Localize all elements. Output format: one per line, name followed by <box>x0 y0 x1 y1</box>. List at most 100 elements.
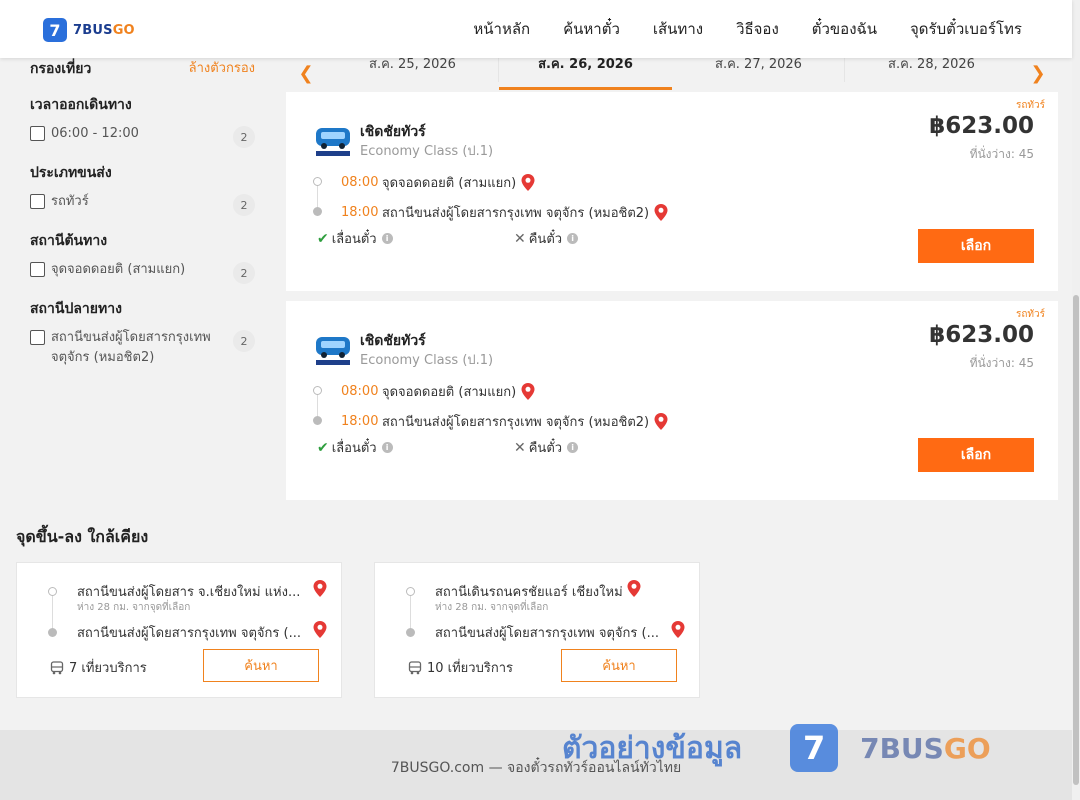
map-pin-icon[interactable] <box>671 621 685 638</box>
filter-sidebar: กรองเที่ยว ล้างตัวกรอง เวลาออกเดินทาง 06… <box>30 56 255 368</box>
nearby-card: สถานีเดินรถนครชัยแอร์ เชียงใหม่ ห่าง 28 … <box>374 562 700 698</box>
arrive-dot <box>406 628 415 637</box>
filter-checkbox[interactable] <box>30 330 45 345</box>
map-pin-icon[interactable] <box>313 621 327 638</box>
nearby-search-button[interactable]: ค้นหา <box>561 649 677 682</box>
bus-icon <box>50 660 64 674</box>
trip-price: ฿623.00 <box>929 322 1034 348</box>
trip-price: ฿623.00 <box>929 113 1034 139</box>
info-icon[interactable]: i <box>567 233 579 244</box>
nav-ticket-pickup[interactable]: จุดรับตั๋วเบอร์โทร <box>910 17 1022 41</box>
filter-count-badge: 2 <box>233 194 255 216</box>
arrive-stop: 18:00 สถานีขนส่งผู้โดยสารกรุงเทพ จตุจักร… <box>341 202 668 223</box>
depart-stop: 08:00 จุดจอดดอยติ (สามแยก) <box>341 381 535 402</box>
route-timeline <box>52 593 53 631</box>
refund-label: คืนตั๋ว <box>528 232 563 247</box>
nearby-trip-count: 10 เที่ยวบริการ <box>408 657 513 678</box>
cross-icon: ✕ <box>514 439 526 456</box>
arrive-dot <box>313 207 322 216</box>
arrive-time: 18:00 <box>341 414 379 429</box>
bus-class: Economy Class (ป.1) <box>360 144 494 159</box>
depart-stop: 08:00 จุดจอดดอยติ (สามแยก) <box>341 172 535 193</box>
bus-type-tag: รถทัวร์ <box>1015 100 1045 111</box>
nearby-search-button[interactable]: ค้นหา <box>203 649 319 682</box>
watermark-text: ตัวอย่างข้อมูล <box>562 730 743 766</box>
filter-header: กรองเที่ยว ล้างตัวกรอง <box>30 56 255 78</box>
map-pin-icon[interactable] <box>521 383 535 400</box>
info-icon[interactable]: i <box>381 442 393 453</box>
filter-count-badge: 2 <box>233 262 255 284</box>
filter-option-label: สถานีขนส่งผู้โดยสารกรุงเทพ จตุจักร (หมอช… <box>51 330 211 365</box>
nav-how-to-book[interactable]: วิธีจอง <box>736 17 779 41</box>
page-scrollbar[interactable] <box>1072 0 1080 800</box>
bus-type-tag: รถทัวร์ <box>1015 309 1045 320</box>
filter-checkbox[interactable] <box>30 194 45 209</box>
map-pin-icon[interactable] <box>313 580 327 597</box>
date-tabs: ❮ ส.ค. 25, 2026 ส.ค. 26, 2026 ส.ค. 27, 2… <box>286 56 1058 90</box>
filter-group-title: เวลาออกเดินทาง <box>30 97 132 113</box>
date-tab-active[interactable]: ส.ค. 26, 2026 <box>499 56 672 90</box>
filter-group-transport-type: ประเภทขนส่ง รถทัวร์ 2 <box>30 162 255 216</box>
trip-card: รถทัวร์ เชิดชัยทัวร์ Economy Class (ป.1)… <box>286 301 1058 500</box>
select-trip-button[interactable]: เลือก <box>918 229 1034 263</box>
nav-search-tickets[interactable]: ค้นหาตั๋ว <box>563 17 620 41</box>
nav-routes[interactable]: เส้นทาง <box>653 17 703 41</box>
seats-available: ที่นั่งว่าง: 45 <box>969 356 1034 370</box>
arrive-dot <box>313 416 322 425</box>
nearby-from-station: สถานีเดินรถนครชัยแอร์ เชียงใหม่ <box>435 585 623 600</box>
refund-label: คืนตั๋ว <box>528 441 563 456</box>
watermark-brand: 7BUSGO <box>860 731 991 765</box>
operator-logo-icon <box>316 128 350 156</box>
clear-filters-link[interactable]: ล้างตัวกรอง <box>189 57 255 78</box>
operator-logo-icon <box>316 337 350 365</box>
logo-text: 7BUSGO <box>73 22 135 38</box>
filter-count-badge: 2 <box>233 330 255 352</box>
nearby-distance: ห่าง 28 กม. จากจุดที่เลือก <box>77 602 191 613</box>
filter-option[interactable]: สถานีขนส่งผู้โดยสารกรุงเทพ จตุจักร (หมอช… <box>30 328 255 368</box>
check-icon: ✔ <box>317 439 329 456</box>
filter-checkbox[interactable] <box>30 126 45 141</box>
filter-group-title: สถานีปลายทาง <box>30 301 122 317</box>
reschedule-label: เลื่อนตั๋ว <box>331 441 377 456</box>
select-trip-button[interactable]: เลือก <box>918 438 1034 472</box>
logo-mark: 7 <box>43 18 67 42</box>
route-timeline <box>410 593 411 631</box>
map-pin-icon[interactable] <box>654 413 668 430</box>
refund-policy: ✕ คืนตั๋ว i <box>514 437 579 458</box>
depart-time: 08:00 <box>341 175 379 190</box>
prev-date-arrow-icon[interactable]: ❮ <box>286 56 326 90</box>
filter-option[interactable]: จุดจอดดอยติ (สามแยก) 2 <box>30 260 255 284</box>
date-tab[interactable]: ส.ค. 28, 2026 <box>845 56 1018 90</box>
arrive-stop: 18:00 สถานีขนส่งผู้โดยสารกรุงเทพ จตุจักร… <box>341 411 668 432</box>
date-tab[interactable]: ส.ค. 27, 2026 <box>672 56 845 90</box>
info-icon[interactable]: i <box>381 233 393 244</box>
filter-group-destination-station: สถานีปลายทาง สถานีขนส่งผู้โดยสารกรุงเทพ … <box>30 298 255 368</box>
filter-option[interactable]: รถทัวร์ 2 <box>30 192 255 216</box>
map-pin-icon[interactable] <box>521 174 535 191</box>
reschedule-label: เลื่อนตั๋ว <box>331 232 377 247</box>
arrive-time: 18:00 <box>341 205 379 220</box>
cross-icon: ✕ <box>514 230 526 247</box>
nav-my-tickets[interactable]: ตั๋วของฉัน <box>812 17 877 41</box>
next-date-arrow-icon[interactable]: ❯ <box>1018 56 1058 90</box>
map-pin-icon[interactable] <box>654 204 668 221</box>
nav-home[interactable]: หน้าหลัก <box>473 17 530 41</box>
date-tab[interactable]: ส.ค. 25, 2026 <box>326 56 499 90</box>
nearby-distance: ห่าง 28 กม. จากจุดที่เลือก <box>435 602 549 613</box>
site-logo[interactable]: 7 7BUSGO <box>43 18 135 42</box>
scrollbar-thumb[interactable] <box>1073 295 1079 785</box>
filter-option[interactable]: 06:00 - 12:00 2 <box>30 124 255 148</box>
filter-checkbox[interactable] <box>30 262 45 277</box>
depart-dot <box>406 587 415 596</box>
nearby-trip-count: 7 เที่ยวบริการ <box>50 657 147 678</box>
info-icon[interactable]: i <box>567 442 579 453</box>
nearby-section-title: จุดขึ้น-ลง ใกล้เคียง <box>16 527 149 546</box>
filter-option-label: 06:00 - 12:00 <box>51 126 139 141</box>
filter-group-origin-station: สถานีต้นทาง จุดจอดดอยติ (สามแยก) 2 <box>30 230 255 284</box>
filter-count-badge: 2 <box>233 126 255 148</box>
bus-class: Economy Class (ป.1) <box>360 353 494 368</box>
watermark-logo-mark: 7 <box>790 724 839 772</box>
depart-station: จุดจอดดอยติ (สามแยก) <box>382 176 517 191</box>
nearby-trips-label: 10 เที่ยวบริการ <box>427 661 513 676</box>
map-pin-icon[interactable] <box>627 580 641 597</box>
